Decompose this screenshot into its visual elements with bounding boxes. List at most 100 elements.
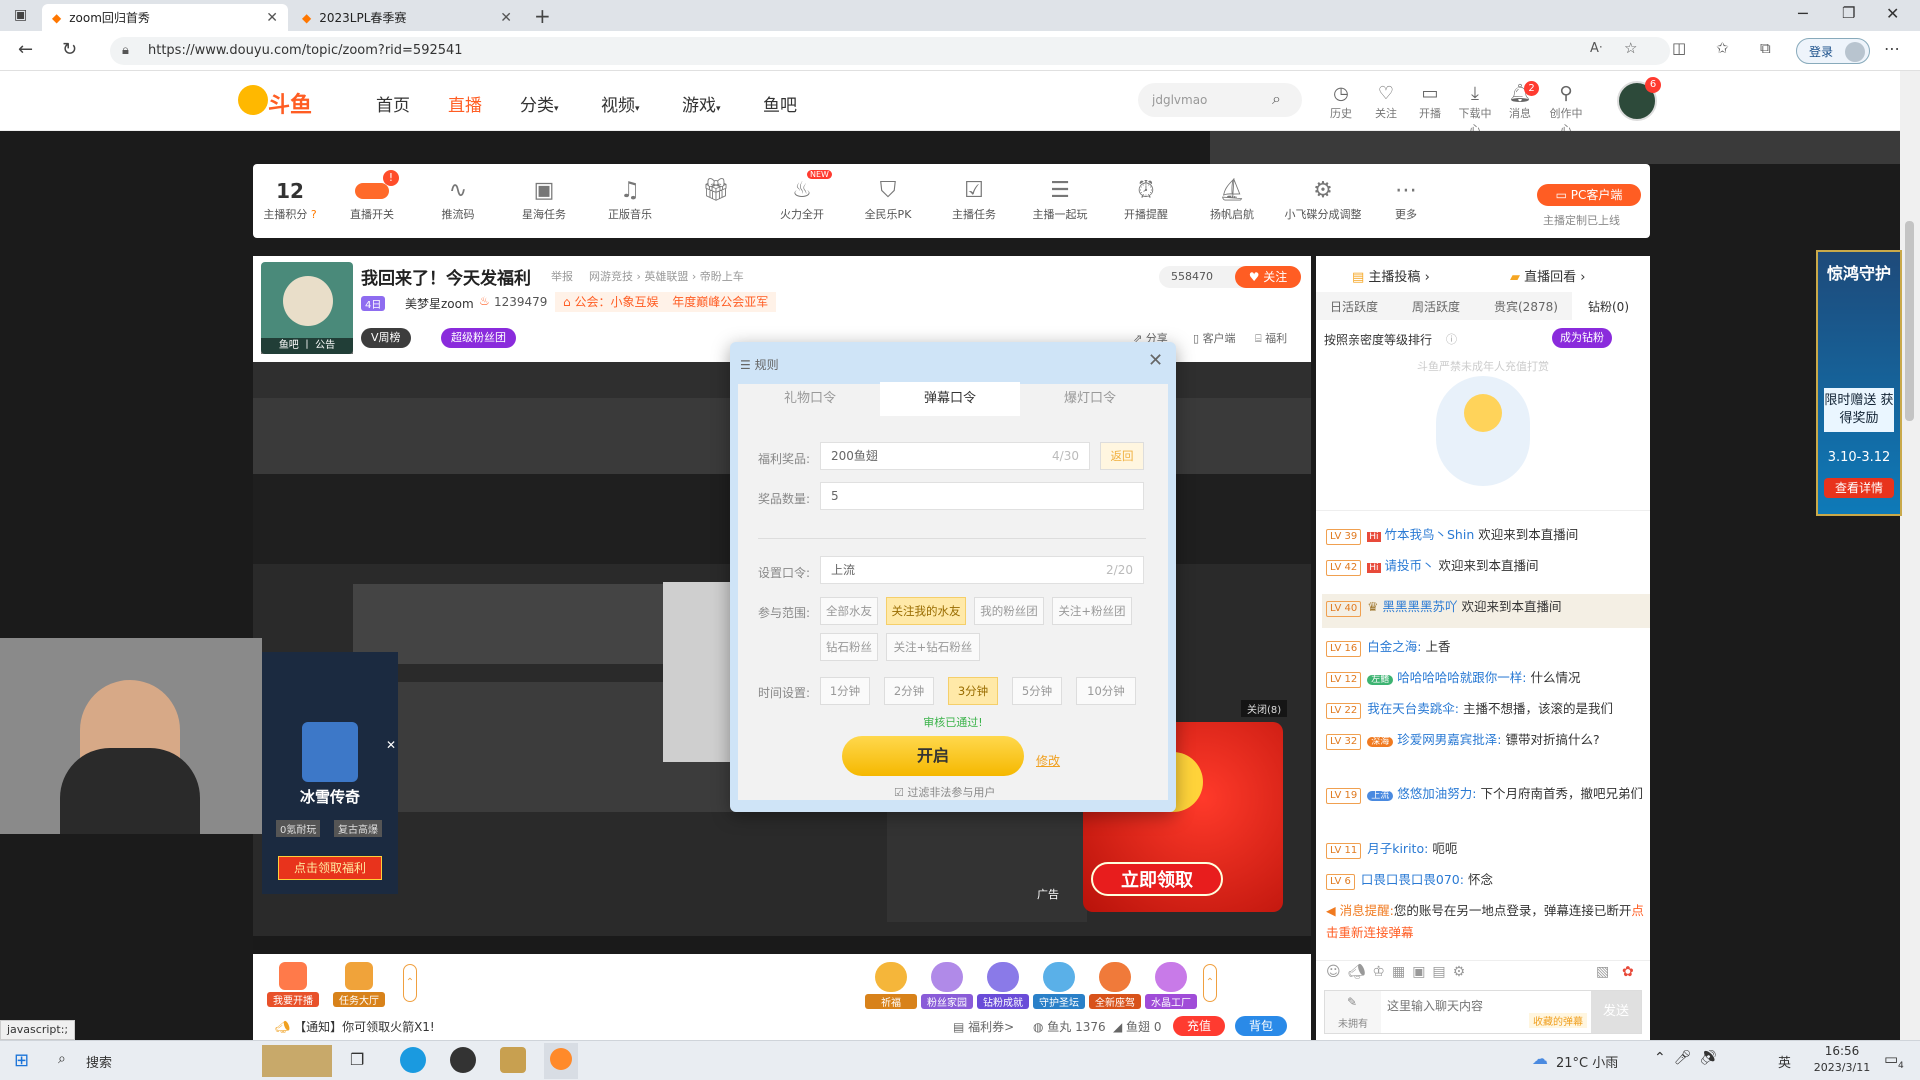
report-link[interactable]: 举报 bbox=[551, 268, 573, 284]
notice-bar[interactable]: 📣︎ 【通知】你可领取火箭X1! bbox=[275, 1018, 435, 1035]
chat-username[interactable]: 珍爱网男嘉宾批泽: bbox=[1397, 732, 1501, 747]
start-button[interactable]: 开启 bbox=[842, 736, 1024, 776]
backpack-button[interactable]: 背包 bbox=[1235, 1016, 1287, 1036]
user-avatar[interactable]: 6 bbox=[1617, 77, 1661, 121]
windows-start-icon[interactable]: ⊞ bbox=[14, 1050, 29, 1071]
gift-pray[interactable]: 祈福 bbox=[865, 962, 917, 1010]
tab-diamond[interactable]: 钻粉(0) bbox=[1572, 292, 1650, 320]
avatar-tags[interactable]: 鱼吧 丨 公告 bbox=[261, 338, 353, 354]
follow-button[interactable]: ♥ 关注 bbox=[1235, 266, 1301, 288]
nav-category[interactable]: 分类▾ bbox=[520, 91, 559, 116]
task-view-icon[interactable]: ❐ bbox=[350, 1050, 364, 1069]
close-window-icon[interactable]: ✕ bbox=[1886, 4, 1899, 23]
new-tab-icon[interactable]: + bbox=[534, 4, 551, 28]
card-icon[interactable]: ▤ bbox=[1432, 964, 1452, 980]
close-tab-icon[interactable]: ✕ bbox=[266, 10, 278, 26]
scope-fan-club[interactable]: 我的粉丝团 bbox=[974, 597, 1044, 625]
lol-icon[interactable] bbox=[500, 1047, 526, 1073]
search-icon[interactable]: ⌕ bbox=[1272, 89, 1281, 109]
claim-welfare-button[interactable]: 点击领取福利 bbox=[278, 856, 382, 880]
tab-vip[interactable]: 贵宾(2878) bbox=[1494, 298, 1558, 315]
become-diamond-button[interactable]: 成为钻粉 bbox=[1552, 328, 1612, 348]
split-screen-icon[interactable]: ◫ bbox=[1672, 39, 1686, 57]
scope-followers[interactable]: 关注我的水友 bbox=[886, 597, 966, 625]
taskbar-search-icon[interactable]: ⌕ bbox=[58, 1051, 66, 1067]
modify-link[interactable]: 修改 bbox=[1036, 752, 1060, 769]
clock-time[interactable]: 16:56 bbox=[1812, 1044, 1872, 1058]
chat-username[interactable]: 竹本我鸟丶Shin bbox=[1385, 527, 1475, 542]
tool-live-switch[interactable]: 直播开关 ! bbox=[337, 170, 407, 222]
filter-icon[interactable]: ▧ bbox=[1596, 964, 1609, 980]
minimize-icon[interactable]: ─ bbox=[1798, 4, 1808, 23]
left-game-ad[interactable]: ✕ 冰雪传奇 0氪耐玩 复古高爆 点击领取福利 bbox=[262, 652, 398, 894]
nav-games[interactable]: 游戏▾ bbox=[682, 91, 721, 116]
chat-username[interactable]: 悠悠加油努力: bbox=[1397, 786, 1476, 801]
time-3min[interactable]: 3分钟 bbox=[948, 677, 998, 705]
favorites-icon[interactable]: ✩ bbox=[1716, 39, 1729, 57]
room-categories[interactable]: 网游竞技 › 英雄联盟 › 帝盼上车 bbox=[589, 268, 744, 284]
login-button[interactable]: 登录 bbox=[1796, 38, 1870, 64]
tray-icons[interactable]: ⌃🎤︎🔊︎ bbox=[1654, 1050, 1725, 1066]
chat-message[interactable]: LV 6 口畏口畏口畏070: 怀念 bbox=[1326, 869, 1644, 891]
refresh-icon[interactable]: ↻ bbox=[62, 39, 77, 60]
chat-message[interactable]: LV 32 深海 珍爱网男嘉宾批泽: 镖带对折搞什么? bbox=[1326, 729, 1644, 753]
tool-firepower[interactable]: ♨ 火力全开 NEW bbox=[767, 170, 837, 222]
chat-message[interactable]: LV 16 白金之海: 上香 bbox=[1326, 636, 1644, 658]
gift-guard-altar[interactable]: 守护圣坛 bbox=[1033, 962, 1085, 1010]
crown-icon[interactable]: ♔ bbox=[1372, 964, 1392, 980]
chat-message[interactable]: LV 42 Hi 请投币丶 欢迎来到本直播间 bbox=[1326, 555, 1644, 579]
gift-red-icon[interactable]: ✿ bbox=[1622, 964, 1634, 980]
client-button[interactable]: ▯ 客户端 bbox=[1193, 330, 1236, 346]
time-5min[interactable]: 5分钟 bbox=[1012, 677, 1062, 705]
time-1min[interactable]: 1分钟 bbox=[820, 677, 870, 705]
header-messages[interactable]: 🔔︎ 消息 2 bbox=[1500, 81, 1540, 121]
chat-message[interactable]: LV 19 上流 悠悠加油努力: 下个月府南首秀，撤吧兄弟们 bbox=[1326, 783, 1644, 807]
scrollbar-thumb[interactable] bbox=[1905, 221, 1914, 421]
time-10min[interactable]: 10分钟 bbox=[1076, 677, 1136, 705]
site-search-input[interactable] bbox=[1152, 90, 1262, 110]
noble-icon[interactable]: ▣ bbox=[1412, 964, 1432, 980]
url-field[interactable]: 🔒︎ https://www.douyu.com/topic/zoom?rid=… bbox=[110, 37, 1670, 65]
tab-actions-icon[interactable]: ▣ bbox=[14, 7, 27, 23]
anchor-name[interactable]: 美梦星zoom bbox=[405, 295, 474, 312]
view-details-button[interactable]: 查看详情 bbox=[1824, 478, 1894, 498]
favorite-star-icon[interactable]: ☆ bbox=[1624, 39, 1637, 57]
checkbox-icon[interactable]: ☑ bbox=[894, 786, 907, 799]
task-hall-button[interactable]: 任务大厅 bbox=[333, 962, 385, 1010]
chat-message[interactable]: LV 22 我在天台卖跳伞: 主播不想播，该滚的是我们 bbox=[1326, 698, 1644, 720]
tool-live-reminder[interactable]: ⏰︎ 开播提醒 bbox=[1111, 176, 1181, 222]
tool-sail[interactable]: ⛵︎ 扬帆启航 bbox=[1197, 176, 1267, 222]
close-icon[interactable]: ✕ bbox=[1148, 350, 1163, 371]
header-follow[interactable]: ♡ 关注 bbox=[1366, 83, 1406, 121]
fans-icon[interactable]: ▦ bbox=[1392, 964, 1412, 980]
obs-icon[interactable] bbox=[450, 1047, 476, 1073]
tab-weekly[interactable]: 周活跃度 bbox=[1412, 298, 1460, 315]
collections-icon[interactable]: ⧉ bbox=[1760, 39, 1771, 57]
gift-new-mount[interactable]: 全新座驾 bbox=[1089, 962, 1141, 1010]
douyu-taskbar-icon[interactable] bbox=[544, 1043, 578, 1079]
gift-fans-home[interactable]: 粉丝家园 bbox=[921, 962, 973, 1010]
restore-icon[interactable]: ❐ bbox=[1842, 4, 1855, 22]
room-avatar[interactable]: 鱼吧 丨 公告 bbox=[261, 262, 353, 354]
prize-input[interactable]: 200鱼翅 4/30 bbox=[820, 442, 1090, 470]
more-menu-icon[interactable]: ⋯ bbox=[1884, 39, 1900, 58]
scope-follow-fan-club[interactable]: 关注+粉丝团 bbox=[1052, 597, 1132, 625]
chat-username[interactable]: 黑黑黑黑苏吖 bbox=[1382, 599, 1457, 614]
read-aloud-icon[interactable]: Aᐧ bbox=[1590, 41, 1602, 56]
nav-yuba[interactable]: 鱼吧 bbox=[763, 91, 797, 116]
tab-gift-command[interactable]: 礼物口令 bbox=[740, 382, 880, 416]
send-button[interactable]: 发送 bbox=[1591, 991, 1641, 1033]
chat-message[interactable]: LV 12 左鳍 哈哈哈哈哈就跟你一样: 什么情况 bbox=[1326, 667, 1644, 691]
help-icon[interactable]: ? bbox=[311, 208, 317, 221]
widgets-image[interactable] bbox=[262, 1045, 332, 1077]
chat-username[interactable]: 口畏口畏口畏070: bbox=[1361, 872, 1464, 887]
tab-light-command[interactable]: 爆灯口令 bbox=[1020, 382, 1160, 416]
nav-video[interactable]: 视频▾ bbox=[601, 91, 640, 116]
nav-home[interactable]: 首页 bbox=[376, 91, 410, 116]
ime-indicator[interactable]: 英 bbox=[1778, 1052, 1791, 1071]
pc-client-button[interactable]: ▭ PC客户端 bbox=[1537, 184, 1641, 206]
recharge-button[interactable]: 充值 bbox=[1173, 1016, 1225, 1036]
tab-danmu-command[interactable]: 弹幕口令 bbox=[880, 382, 1020, 416]
header-download[interactable]: ⤓ 下载中心 bbox=[1455, 83, 1495, 137]
settings-icon[interactable]: ⚙ bbox=[1453, 964, 1473, 980]
